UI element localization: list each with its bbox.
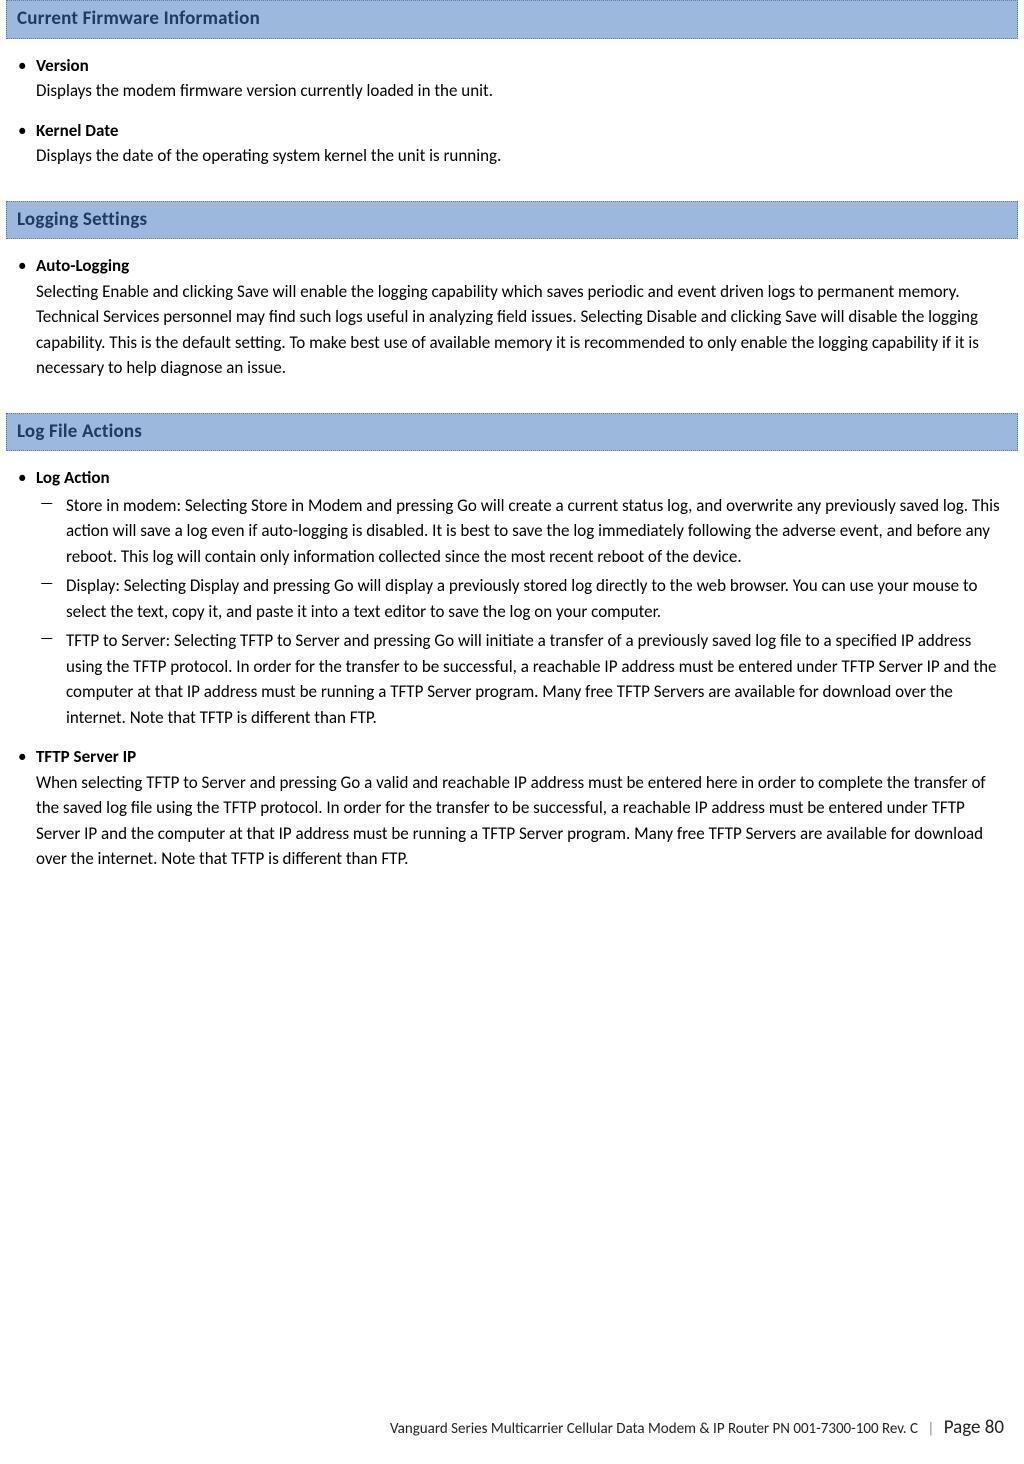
term-log-action: Log Action (36, 465, 1008, 491)
page-footer: Vanguard Series Multicarrier Cellular Da… (390, 1414, 1004, 1443)
list-item: Kernel Date Displays the date of the ope… (36, 118, 1008, 169)
section-header-logging: Logging Settings (6, 201, 1018, 240)
logging-content: Auto-Logging Selecting Enable and clicki… (0, 239, 1024, 413)
desc-auto-logging: Selecting Enable and clicking Save will … (36, 279, 1008, 381)
section-header-firmware: Current Firmware Information (6, 0, 1018, 39)
list-item: Auto-Logging Selecting Enable and clicki… (36, 253, 1008, 381)
term-tftp-server-ip: TFTP Server IP (36, 744, 1008, 770)
term-version: Version (36, 53, 1008, 79)
sub-item-display: Display: Selecting Display and pressing … (36, 573, 1008, 624)
footer-doc-title: Vanguard Series Multicarrier Cellular Da… (390, 1420, 918, 1438)
sub-item-store: Store in modem: Selecting Store in Modem… (36, 493, 1008, 570)
desc-kernel-date: Displays the date of the operating syste… (36, 143, 1008, 169)
desc-version: Displays the modem firmware version curr… (36, 78, 1008, 104)
logactions-content: Log Action Store in modem: Selecting Sto… (0, 451, 1024, 904)
list-item: Log Action Store in modem: Selecting Sto… (36, 465, 1008, 730)
section-header-logactions: Log File Actions (6, 413, 1018, 452)
sub-item-tftp: TFTP to Server: Selecting TFTP to Server… (36, 628, 1008, 730)
footer-separator: | (927, 1420, 934, 1438)
term-auto-logging: Auto-Logging (36, 253, 1008, 279)
firmware-content: Version Displays the modem firmware vers… (0, 39, 1024, 201)
desc-tftp-server-ip: When selecting TFTP to Server and pressi… (36, 770, 1008, 872)
list-item: Version Displays the modem firmware vers… (36, 53, 1008, 104)
footer-page-number: Page 80 (944, 1416, 1004, 1439)
term-kernel-date: Kernel Date (36, 118, 1008, 144)
list-item: TFTP Server IP When selecting TFTP to Se… (36, 744, 1008, 872)
